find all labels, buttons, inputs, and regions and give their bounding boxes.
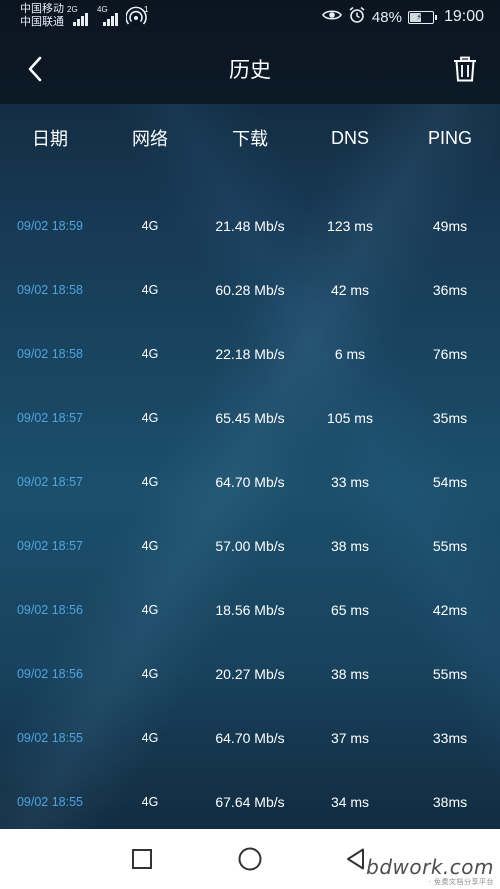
battery-icon: ⚡	[407, 10, 437, 24]
row-dns: 38 ms	[330, 666, 370, 682]
row-network: 4G	[141, 731, 159, 745]
carrier-1: 中国移动	[20, 3, 64, 15]
row-date: 09/02 18:56	[16, 667, 84, 681]
row-download: 57.00 Mb/s	[215, 538, 285, 554]
battery-percent: 48%	[371, 8, 402, 26]
hotspot-count: 1	[144, 5, 149, 14]
row-download: 20.27 Mb/s	[215, 666, 285, 682]
row-download: 64.70 Mb/s	[215, 474, 285, 490]
recent-apps-button[interactable]	[124, 841, 160, 877]
row-dns: 123 ms	[327, 218, 373, 234]
row-dns: 38 ms	[330, 538, 370, 554]
row-network: 4G	[141, 667, 159, 681]
row-network: 4G	[141, 603, 159, 617]
row-date: 09/02 18:55	[16, 795, 84, 809]
system-nav-bar: bdwork.com · 免费文档分享平台	[0, 829, 500, 889]
row-download: 18.56 Mb/s	[215, 602, 285, 618]
carrier-labels: 中国移动 中国联通	[20, 3, 64, 29]
row-network: 4G	[141, 795, 159, 809]
row-ping: 38ms	[432, 794, 468, 810]
row-ping: 33ms	[432, 730, 468, 746]
row-network: 4G	[141, 411, 159, 425]
row-download: 65.45 Mb/s	[215, 410, 285, 426]
delete-history-button[interactable]	[450, 52, 480, 86]
row-date: 09/02 18:57	[16, 411, 84, 425]
row-download: 21.48 Mb/s	[215, 218, 285, 234]
row-date: 09/02 18:57	[16, 475, 84, 489]
row-ping: 54ms	[432, 474, 468, 490]
row-network: 4G	[141, 219, 159, 233]
screen: 中国移动 中国联通 2G 4G 1 48% ⚡ 19:00 历史 日期 网络 下…	[0, 0, 500, 889]
header-dns: DNS	[330, 127, 369, 148]
table-row[interactable]: 09/02 18:57 4G 64.70 Mb/s 33 ms 54ms	[0, 450, 500, 514]
status-bar: 中国移动 中国联通 2G 4G 1 48% ⚡ 19:00	[0, 0, 500, 34]
wifi-hotspot-icon: 1	[125, 5, 150, 26]
alarm-icon	[348, 6, 366, 28]
table-row[interactable]: 09/02 18:57 4G 57.00 Mb/s 38 ms 55ms	[0, 514, 500, 578]
recent-apps-icon	[132, 849, 152, 869]
app-bar: 历史	[0, 40, 500, 98]
row-ping: 76ms	[432, 346, 468, 362]
row-dns: 42 ms	[330, 282, 370, 298]
home-icon	[238, 847, 262, 871]
row-dns: 65 ms	[330, 602, 370, 618]
status-right: 48% ⚡ 19:00	[321, 6, 484, 28]
table-row[interactable]: 09/02 18:59 4G 21.48 Mb/s 123 ms 49ms	[0, 194, 500, 258]
row-download: 67.64 Mb/s	[215, 794, 285, 810]
row-date: 09/02 18:59	[16, 219, 84, 233]
row-dns: 105 ms	[327, 410, 373, 426]
row-dns: 33 ms	[330, 474, 370, 490]
row-network: 4G	[141, 539, 159, 553]
charging-bolt-icon: ⚡	[415, 11, 423, 22]
watermark: bdwork.com · 免费文档分享平台	[366, 855, 494, 887]
row-dns: 37 ms	[330, 730, 370, 746]
page-title: 历史	[229, 59, 271, 82]
row-network: 4G	[141, 283, 159, 297]
row-network: 4G	[141, 475, 159, 489]
carrier-2: 中国联通	[20, 16, 64, 28]
row-ping: 49ms	[432, 218, 468, 234]
row-date: 09/02 18:57	[16, 539, 84, 553]
back-triangle-icon	[347, 848, 364, 870]
history-list: 09/02 18:59 4G 21.48 Mb/s 123 ms 49ms 09…	[0, 194, 500, 834]
table-row[interactable]: 09/02 18:57 4G 65.45 Mb/s 105 ms 35ms	[0, 386, 500, 450]
row-download: 64.70 Mb/s	[215, 730, 285, 746]
table-row[interactable]: 09/02 18:56 4G 18.56 Mb/s 65 ms 42ms	[0, 578, 500, 642]
header-download: 下载	[232, 129, 268, 149]
table-row[interactable]: 09/02 18:58 4G 60.28 Mb/s 42 ms 36ms	[0, 258, 500, 322]
table-row[interactable]: 09/02 18:55 4G 67.64 Mb/s 34 ms 38ms	[0, 770, 500, 834]
signal-icon	[103, 12, 121, 26]
signal-icon	[73, 12, 91, 26]
row-dns: 6 ms	[334, 346, 366, 362]
watermark-text: bdwork.com	[366, 855, 494, 879]
row-network: 4G	[141, 347, 159, 361]
header-ping: PING	[427, 127, 472, 148]
row-ping: 55ms	[432, 538, 468, 554]
row-download: 60.28 Mb/s	[215, 282, 285, 298]
table-row[interactable]: 09/02 18:58 4G 22.18 Mb/s 6 ms 76ms	[0, 322, 500, 386]
row-date: 09/02 18:58	[16, 283, 84, 297]
header-network: 网络	[132, 129, 168, 149]
eye-icon	[321, 8, 342, 26]
table-row[interactable]: 09/02 18:56 4G 20.27 Mb/s 38 ms 55ms	[0, 642, 500, 706]
row-ping: 35ms	[432, 410, 468, 426]
table-row[interactable]: 09/02 18:55 4G 64.70 Mb/s 37 ms 33ms	[0, 706, 500, 770]
row-date: 09/02 18:58	[16, 347, 84, 361]
clock: 19:00	[443, 8, 484, 25]
trash-icon	[454, 56, 476, 82]
home-button[interactable]	[232, 841, 268, 877]
row-date: 09/02 18:56	[16, 603, 84, 617]
row-ping: 55ms	[432, 666, 468, 682]
header-date: 日期	[32, 129, 68, 149]
table-header: 日期 网络 下载 DNS PING	[0, 112, 500, 164]
row-dns: 34 ms	[330, 794, 370, 810]
row-download: 22.18 Mb/s	[215, 346, 285, 362]
row-ping: 36ms	[432, 282, 468, 298]
row-ping: 42ms	[432, 602, 468, 618]
row-date: 09/02 18:55	[16, 731, 84, 745]
